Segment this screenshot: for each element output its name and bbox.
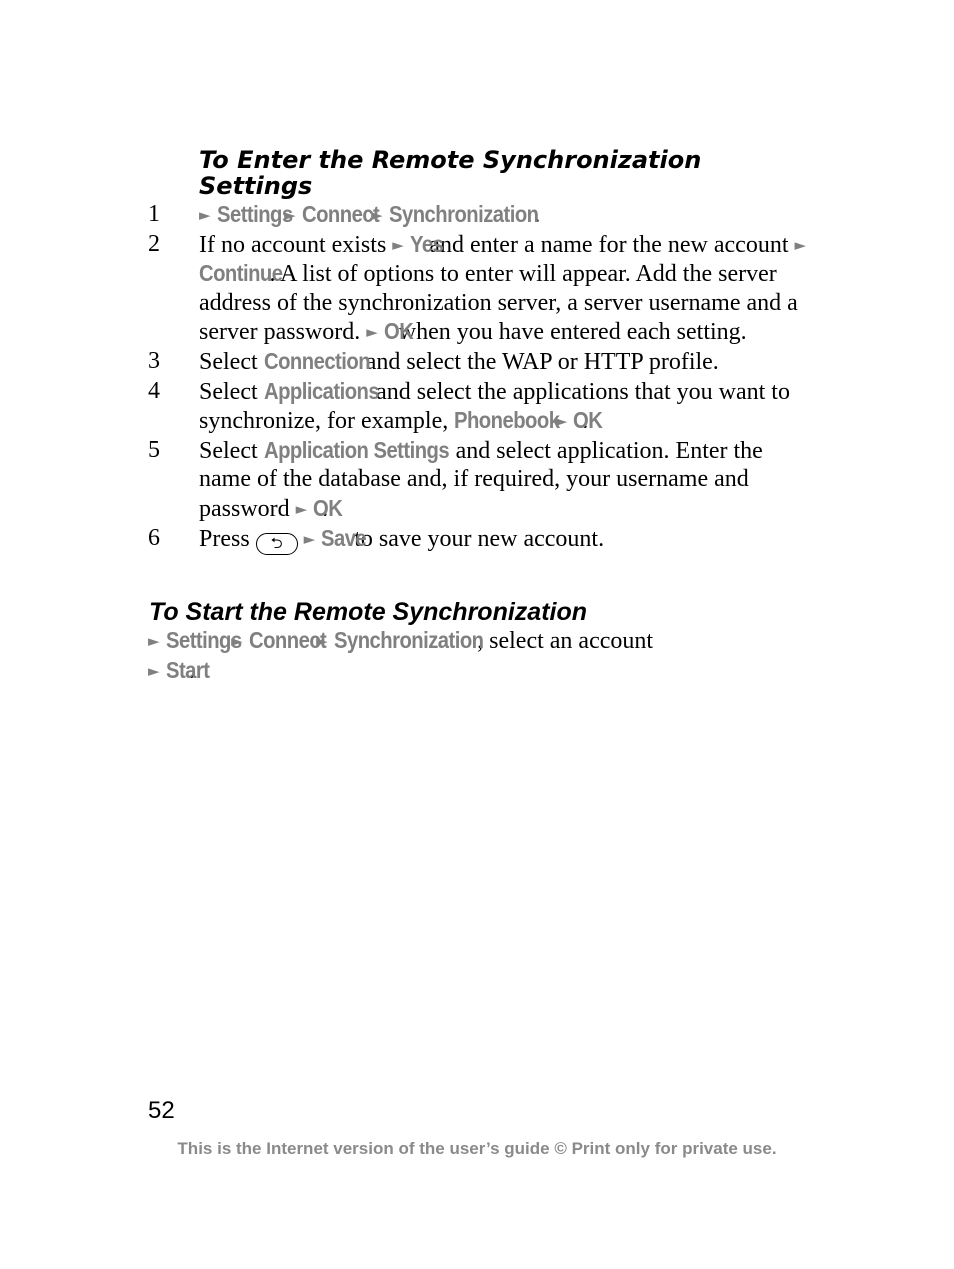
option-connection: Connection	[263, 347, 371, 374]
page-number: 52	[148, 1097, 175, 1124]
text: , select an account	[477, 628, 654, 654]
step-6: 6 Press ⮌ ► Save to save your new accoun…	[148, 524, 808, 555]
footer-notice: This is the Internet version of the user…	[177, 1139, 777, 1158]
step-number: 3	[148, 347, 160, 374]
text: Select	[199, 437, 258, 464]
step-text: ► Settings ► Connect ► Synchronization.	[199, 200, 808, 230]
text: Press	[199, 525, 250, 552]
arrow-icon: ►	[794, 235, 807, 254]
step-text: Press ⮌ ► Save to save your new account.	[199, 524, 808, 555]
start-sync-instructions: ► Settings ► Connect ► Synchronization, …	[148, 626, 808, 685]
option-yes: Yes	[409, 230, 444, 257]
arrow-icon: ►	[148, 632, 160, 650]
section-title-enter-settings: To Enter the Remote Synchronization Sett…	[199, 146, 702, 200]
step-text: Select Connection and select the WAP or …	[199, 347, 808, 377]
step-number: 6	[148, 524, 160, 551]
text: when you have entered each setting.	[398, 319, 747, 346]
step-number: 1	[148, 201, 160, 227]
arrow-icon: ►	[392, 235, 404, 254]
step-number: 4	[148, 377, 160, 404]
option-ok: OK	[313, 494, 343, 521]
section-title-start-sync: To Start the Remote Synchronization	[149, 598, 588, 626]
step-2: 2 If no account exists ► Yes and enter a…	[148, 230, 808, 347]
option-applications: Applications	[263, 377, 380, 404]
step-4: 4 Select Applications and select the app…	[148, 377, 808, 436]
step-1: 1 ► Settings ► Connect ► Synchronization…	[148, 200, 808, 230]
arrow-icon: ►	[199, 206, 211, 224]
step-3: 3 Select Connection and select the WAP o…	[148, 347, 808, 377]
back-key-icon: ⮌	[255, 532, 298, 555]
step-number: 2	[148, 230, 160, 257]
option-phonebook: Phonebook	[454, 407, 560, 434]
arrow-icon: ►	[295, 499, 308, 518]
menu-settings: Settings	[216, 201, 293, 227]
step-5: 5 Select Application Settings and select…	[148, 436, 808, 524]
menu-synchronization: Synchronization	[388, 201, 539, 227]
text: Select	[199, 348, 258, 375]
option-ok: OK	[383, 318, 414, 345]
text: to save your new account.	[354, 525, 605, 552]
arrow-icon: ►	[303, 529, 316, 548]
option-application-settings: Application Settings	[263, 436, 450, 463]
text: and enter a name for the new account	[429, 231, 789, 258]
option-continue: Continue	[199, 260, 283, 287]
step-text: Select Applications and select the appli…	[199, 377, 808, 436]
option-ok: OK	[573, 407, 603, 434]
menu-settings: Settings	[165, 627, 242, 653]
text: and select the WAP or HTTP profile.	[365, 348, 719, 375]
arrow-icon: ►	[366, 323, 378, 342]
menu-connect: Connect	[248, 627, 327, 653]
text: If no account exists	[199, 231, 387, 258]
step-text: If no account exists ► Yes and enter a n…	[199, 230, 808, 347]
step-text: Select Application Settings and select a…	[199, 436, 808, 524]
text: Select	[199, 378, 258, 405]
step-number: 5	[148, 436, 160, 463]
steps-list: 1 ► Settings ► Connect ► Synchronization…	[148, 200, 808, 555]
option-start: Start	[165, 656, 210, 683]
option-save: Save	[321, 524, 367, 551]
menu-connect: Connect	[301, 201, 380, 227]
arrow-icon: ►	[148, 661, 160, 680]
menu-synchronization: Synchronization	[333, 627, 484, 653]
